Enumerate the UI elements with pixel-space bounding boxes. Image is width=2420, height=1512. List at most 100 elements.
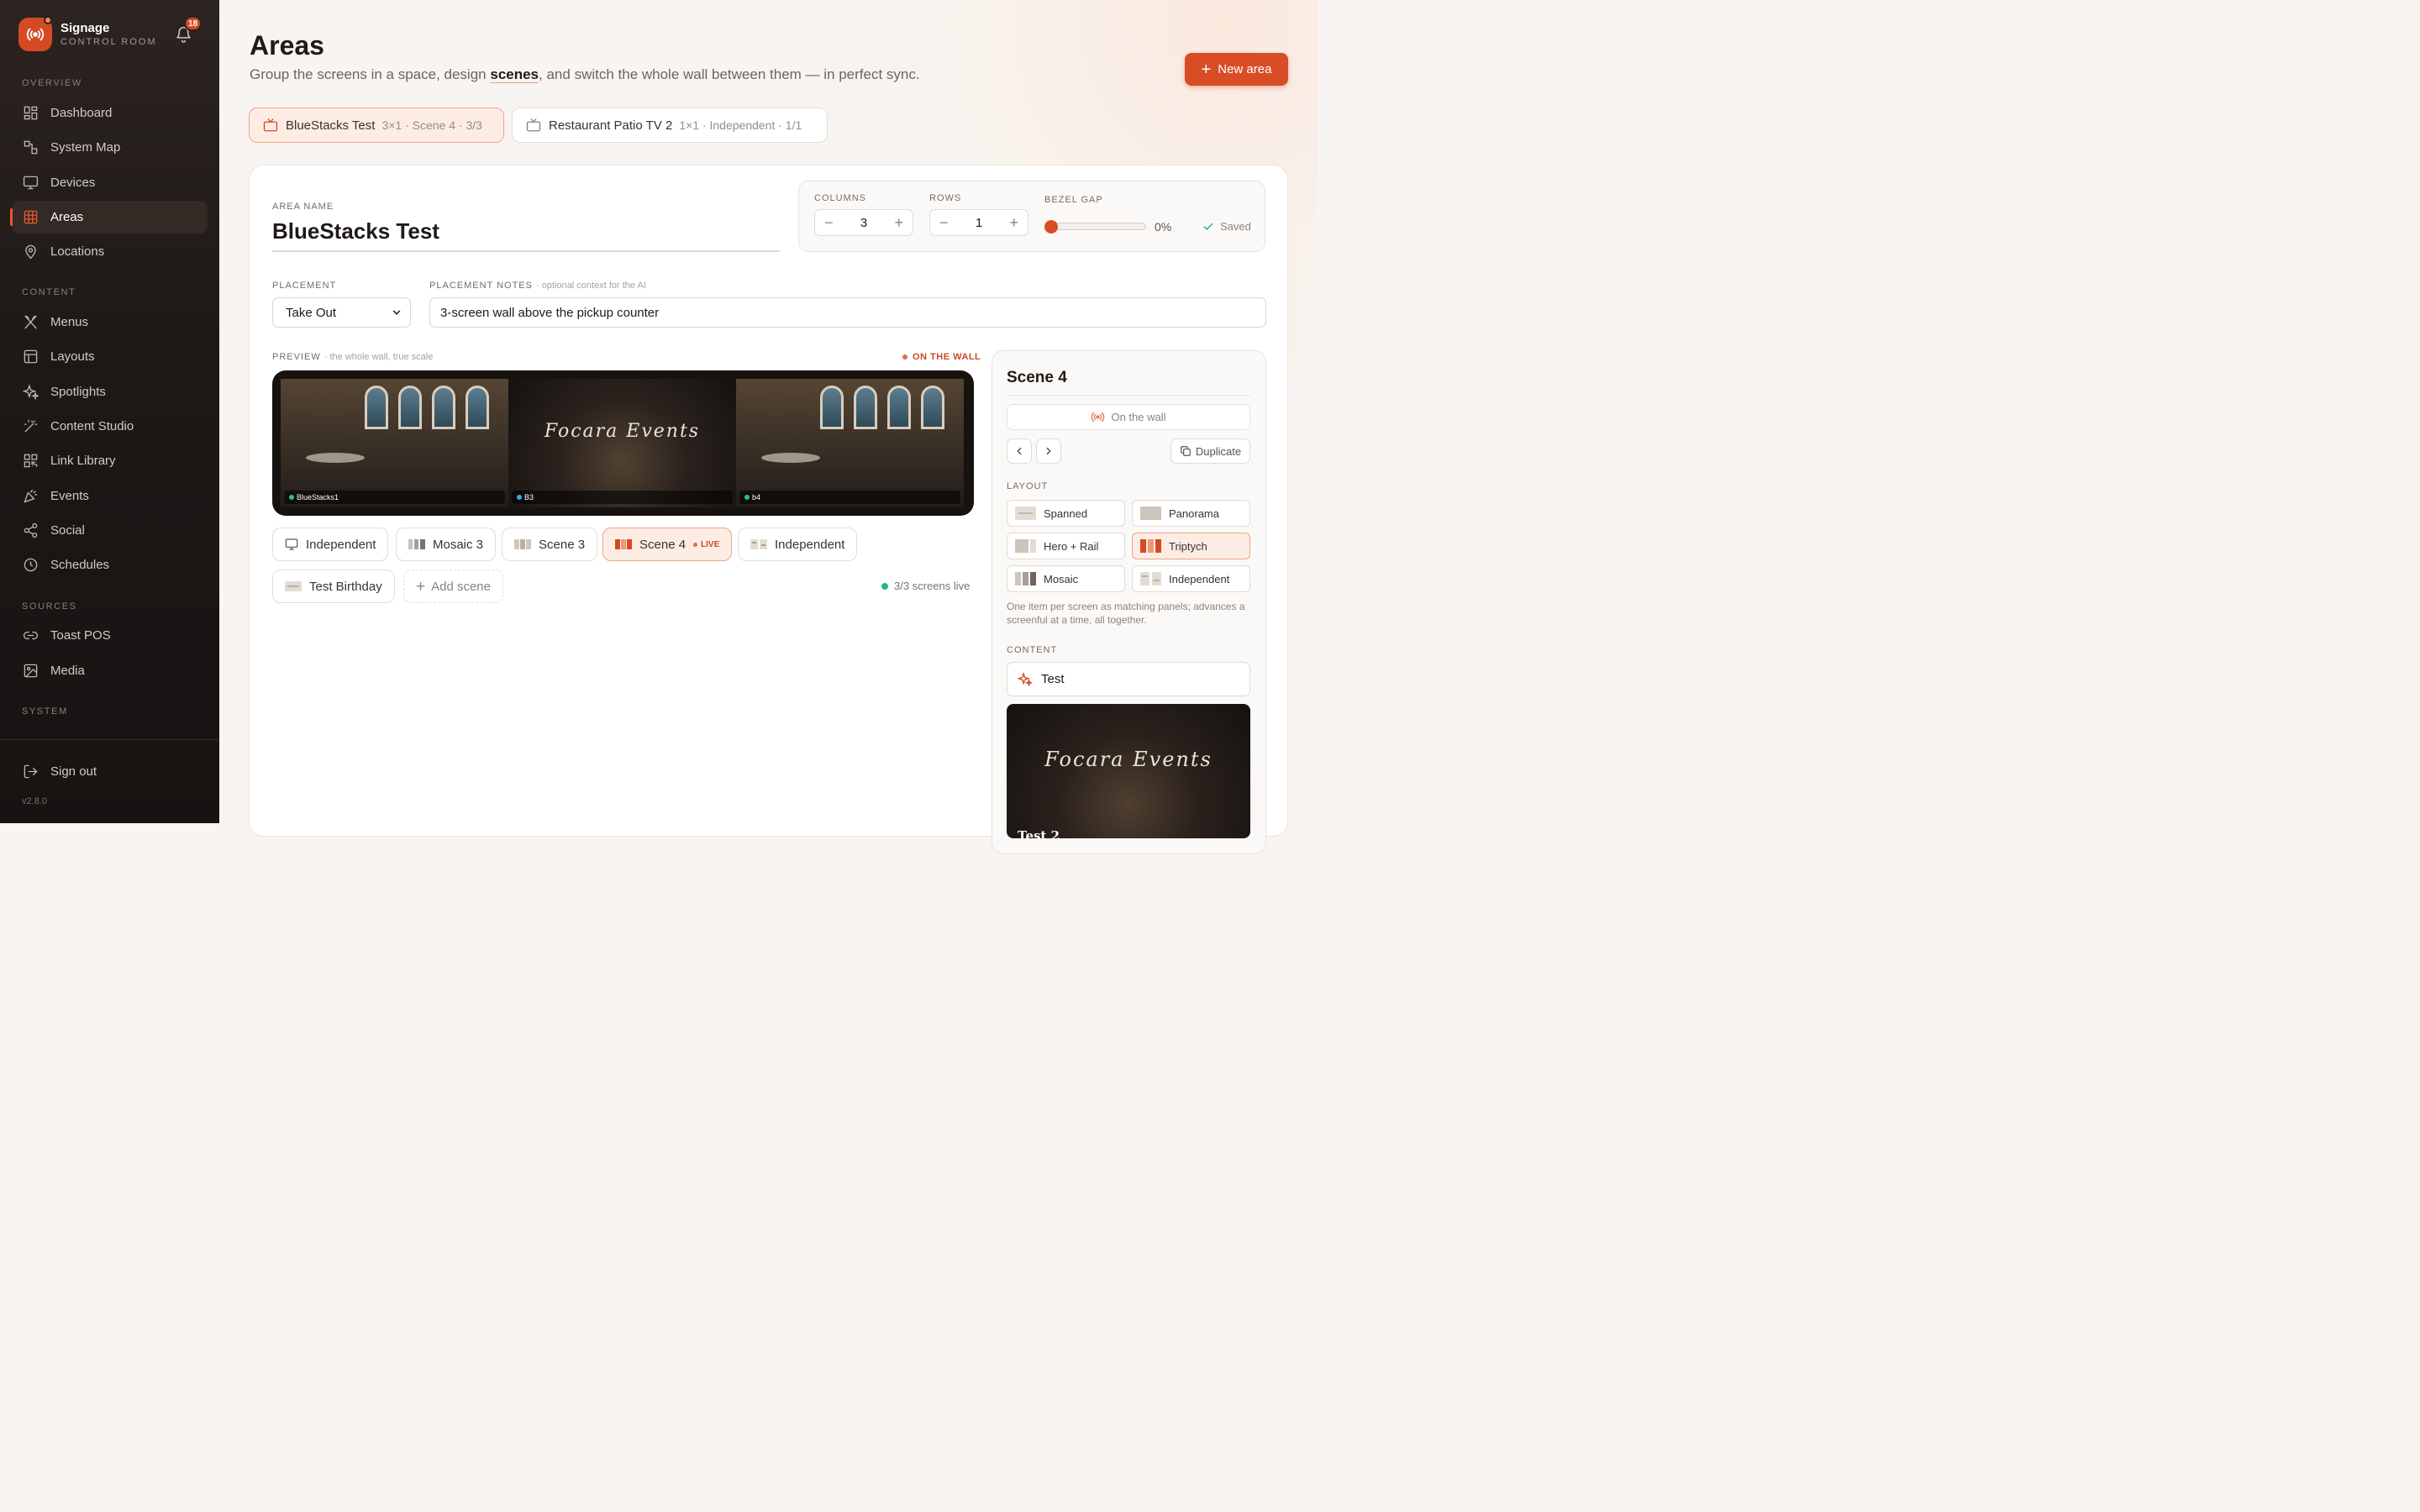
scene-chip-scene-4[interactable]: Scene 4 LIVE <box>602 528 733 561</box>
area-tab-meta: 3×1 · Scene 4 · 3/3 <box>381 118 482 132</box>
link-icon <box>23 631 39 640</box>
bezel-gap-thumb[interactable] <box>1044 220 1058 234</box>
content-item-label: Test <box>1041 672 1065 686</box>
share-icon <box>24 522 38 538</box>
layout-option-panorama[interactable]: Panorama <box>1132 500 1250 527</box>
scene-chip-independent[interactable]: Independent <box>272 528 389 561</box>
placement-select[interactable]: Take Out <box>272 297 411 328</box>
notification-badge: 18 <box>184 16 202 31</box>
sign-out-button[interactable]: Sign out <box>12 755 208 788</box>
columns-value: 3 <box>860 215 868 230</box>
decor-arch <box>887 386 911 429</box>
saved-label: Saved <box>1220 220 1251 233</box>
sidebar-item-media[interactable]: Media <box>12 654 208 687</box>
area-name-input[interactable]: BlueStacks Test <box>272 218 780 252</box>
grid-icon <box>24 106 38 120</box>
wall-preview[interactable]: BlueStacks1 Focara Events B3 b4 <box>272 370 974 516</box>
plus-icon[interactable]: + <box>1009 215 1018 230</box>
decor-table <box>306 453 365 463</box>
map-nodes-icon <box>24 140 38 155</box>
layout-option-label: Hero + Rail <box>1044 539 1099 553</box>
copy-icon <box>1181 446 1191 456</box>
sidebar-item-system-map[interactable]: System Map <box>12 131 208 164</box>
tv-icon <box>263 118 278 132</box>
sidebar-item-label: Dashboard <box>50 106 113 120</box>
sidebar-item-label: Layouts <box>50 349 95 364</box>
screen-preview-2[interactable]: Focara Events B3 <box>508 379 736 507</box>
sidebar-item-dashboard[interactable]: Dashboard <box>12 97 208 129</box>
scene-chip-independent-2[interactable]: Independent <box>738 528 858 561</box>
sidebar-item-link-library[interactable]: Link Library <box>12 444 208 477</box>
plus-icon[interactable]: + <box>894 215 903 230</box>
screen-preview-3[interactable]: b4 <box>736 379 964 507</box>
screen-preview-1[interactable]: BlueStacks1 <box>281 379 508 507</box>
event-title: Focara Events <box>544 421 701 442</box>
sidebar-item-menus[interactable]: Menus <box>12 306 208 339</box>
scene-chip-test-birthday[interactable]: Test Birthday <box>272 570 395 603</box>
sidebar-item-label: Areas <box>50 210 84 224</box>
layout-option-spanned[interactable]: Spanned <box>1007 500 1125 527</box>
layout-option-label: Independent <box>1169 572 1230 585</box>
bezel-gap-value: 0% <box>1155 220 1172 234</box>
decor-arch <box>921 386 944 429</box>
placement-notes-input[interactable]: 3-screen wall above the pickup counter <box>429 297 1266 328</box>
panorama-icon <box>1140 507 1161 520</box>
scene-chip-mosaic-3[interactable]: Mosaic 3 <box>396 528 497 561</box>
placement-notes-label: PLACEMENT NOTES · optional context for th… <box>429 281 646 291</box>
scene-panel: Scene 4 On the wall Duplicate LAYOUT Spa… <box>992 350 1266 854</box>
preview-title: PREVIEW <box>272 352 321 362</box>
layout-option-hero-rail[interactable]: Hero + Rail <box>1007 533 1125 559</box>
columns-stepper[interactable]: − 3 + <box>814 209 913 236</box>
minus-icon[interactable]: − <box>824 215 834 230</box>
sidebar-item-label: Spotlights <box>50 385 106 399</box>
sidebar-item-devices[interactable]: Devices <box>12 166 208 199</box>
content-thumbnail[interactable]: Focara Events Test 2 <box>1007 704 1250 838</box>
layout-option-independent[interactable]: Independent <box>1132 565 1250 592</box>
scene-chip-label: Scene 3 <box>539 537 586 552</box>
sidebar-item-schedules[interactable]: Schedules <box>12 549 208 581</box>
location-pin-icon <box>25 244 36 260</box>
sidebar-item-content-studio[interactable]: Content Studio <box>12 410 208 443</box>
layout-option-triptych[interactable]: Triptych <box>1132 533 1250 559</box>
prev-scene-button[interactable] <box>1007 438 1032 464</box>
add-scene-button[interactable]: + Add scene <box>403 570 503 603</box>
placement-notes-title: PLACEMENT NOTES <box>429 281 533 291</box>
subtitle-start: Group the screens in a space, design <box>250 66 487 82</box>
minus-icon[interactable]: − <box>939 215 949 230</box>
screens-live-status: 3/3 screens live <box>881 580 970 592</box>
area-name-label: AREA NAME <box>272 202 334 212</box>
on-the-wall-button[interactable]: On the wall <box>1007 404 1250 430</box>
content-item-test[interactable]: Test <box>1007 662 1250 696</box>
scene-chip-label: Independent <box>306 537 376 552</box>
sidebar-item-toast-pos[interactable]: Toast POS <box>12 619 208 652</box>
rows-stepper[interactable]: − 1 + <box>929 209 1028 236</box>
area-tab-bluestacks-test[interactable]: BlueStacks Test 3×1 · Scene 4 · 3/3 <box>249 108 504 143</box>
layout-option-label: Mosaic <box>1044 572 1079 585</box>
sidebar-item-locations[interactable]: Locations <box>12 235 208 268</box>
sidebar-item-layouts[interactable]: Layouts <box>12 340 208 373</box>
bezel-gap-slider[interactable] <box>1045 223 1146 230</box>
thumbnail-caption: Test 2 <box>1018 828 1060 838</box>
party-icon <box>24 489 38 503</box>
sidebar-item-label: Events <box>50 489 89 503</box>
wand-icon <box>24 419 38 433</box>
new-area-button[interactable]: + New area <box>1185 53 1288 86</box>
plus-icon: + <box>1201 60 1212 79</box>
sidebar-item-areas[interactable]: Areas <box>10 201 208 234</box>
layout-option-mosaic[interactable]: Mosaic <box>1007 565 1125 592</box>
duplicate-button[interactable]: Duplicate <box>1171 438 1250 464</box>
screen-label: BlueStacks1 <box>284 491 505 504</box>
sidebar-item-events[interactable]: Events <box>12 480 208 512</box>
placement-value: Take Out <box>286 305 337 320</box>
sidebar-item-spotlights[interactable]: Spotlights <box>12 375 208 408</box>
area-tab-restaurant-patio-tv-2[interactable]: Restaurant Patio TV 2 1×1 · Independent … <box>512 108 828 143</box>
decor-arch <box>820 386 844 429</box>
saved-status: Saved <box>1202 220 1251 233</box>
sidebar-item-social[interactable]: Social <box>12 514 208 547</box>
next-scene-button[interactable] <box>1036 438 1061 464</box>
bezel-gap-label: BEZEL GAP <box>1044 195 1103 205</box>
decor-arch <box>398 386 422 429</box>
scene-chip-scene-3[interactable]: Scene 3 <box>502 528 598 561</box>
sidebar-item-label: Media <box>50 664 85 678</box>
chevron-right-icon <box>1046 447 1051 455</box>
